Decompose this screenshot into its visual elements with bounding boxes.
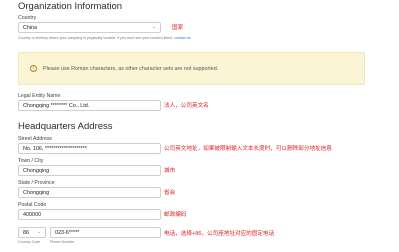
chevron-down-icon: ⌄ <box>37 229 42 235</box>
city-label: Town / City <box>18 158 44 164</box>
org-heading: Organization Information <box>18 1 123 12</box>
legal-entity-label: Legal Entity Name <box>18 93 61 99</box>
phone-number-label: Phone Number <box>50 240 75 244</box>
legal-entity-annotation: 法人，公司英文名 <box>164 103 209 109</box>
roman-characters-warning: ! Please use Roman characters, as other … <box>18 52 365 85</box>
city-input[interactable]: Chongqing <box>18 165 161 176</box>
state-input[interactable]: Chongqing <box>18 187 161 198</box>
country-note-text: Country or territory where your company … <box>18 36 174 40</box>
country-code-select[interactable]: 86 ⌄ <box>18 227 46 238</box>
country-code-value: 86 <box>23 229 29 236</box>
street-annotation: 公司英文地址，如果被限制输入文本长度时，可以删除部分地址信息 <box>164 146 332 152</box>
state-annotation: 省会 <box>164 190 176 196</box>
postal-code-input[interactable]: 400000 <box>18 209 161 220</box>
country-annotation: 国家 <box>172 25 184 31</box>
street-address-input[interactable]: No. 106, ******************** <box>18 143 161 154</box>
warning-icon: ! <box>30 65 37 72</box>
country-label: Country <box>18 15 37 21</box>
country-select[interactable]: China ⌄ <box>18 22 161 33</box>
contact-us-link[interactable]: contact us <box>174 36 190 40</box>
warning-text: Please use Roman characters, as other ch… <box>43 65 219 72</box>
country-select-value: China <box>23 24 38 31</box>
legal-entity-input[interactable]: Chongqing ******** Co., Ltd. <box>18 100 161 111</box>
country-code-label: Country Code <box>18 240 41 244</box>
state-label: State / Province <box>18 180 55 186</box>
postal-annotation: 邮政编码 <box>164 212 187 218</box>
country-note: Country or territory where your company … <box>18 36 190 40</box>
phone-annotation: 电话，选择+86，公司座地址对应的固定电话 <box>164 231 275 237</box>
phone-number-input[interactable]: 023-6***** <box>50 227 161 238</box>
hq-heading: Headquarters Address <box>18 121 113 132</box>
city-annotation: 城市 <box>164 168 176 174</box>
chevron-down-icon: ⌄ <box>152 24 157 30</box>
postal-label: Postal Code <box>18 202 47 208</box>
street-label: Street Address <box>18 136 53 142</box>
